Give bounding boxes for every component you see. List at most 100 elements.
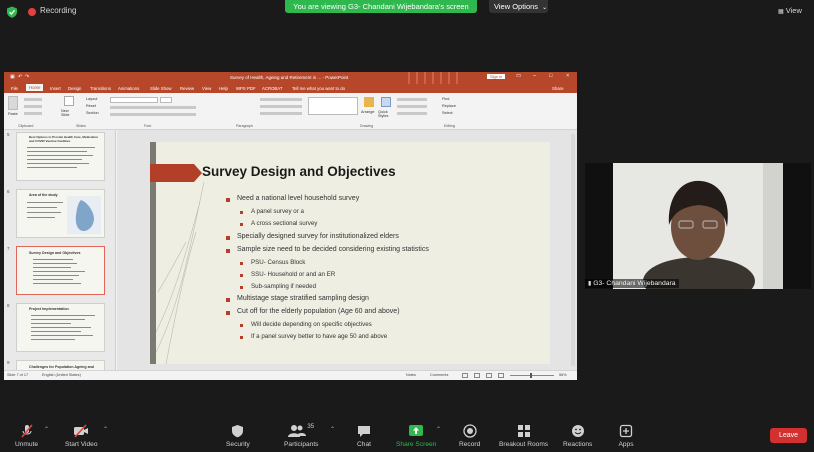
close-icon[interactable]: ×	[566, 73, 569, 79]
view-label: View	[785, 6, 802, 15]
bullet-marker	[226, 198, 230, 202]
slide-thumbnail[interactable]: Project Implementation	[16, 303, 105, 352]
slide-sorter-icon[interactable]	[474, 373, 480, 378]
speaker-name: G3- Chandani Wijebandara	[593, 280, 676, 287]
tell-me-search[interactable]: Tell me what you want to do	[292, 86, 345, 91]
security-button[interactable]: Security	[226, 424, 250, 448]
new-slide-label: New Slide	[61, 109, 70, 117]
share-options-chevron-icon[interactable]: ⌃	[436, 426, 441, 433]
normal-view-icon[interactable]	[462, 373, 468, 378]
layout-button[interactable]: Layout	[86, 97, 97, 101]
participants-button[interactable]: 35 Participants	[284, 424, 318, 448]
participants-chevron-icon[interactable]: ⌃	[330, 426, 335, 433]
redo-icon[interactable]: ↷	[25, 74, 29, 80]
current-slide[interactable]: Survey Design and Objectives Need a nati…	[150, 142, 550, 364]
tab-design[interactable]: Design	[68, 86, 81, 91]
bullet-text: PSU- Census Block	[251, 259, 306, 266]
tab-help[interactable]: Help	[219, 86, 228, 91]
start-video-button[interactable]: Start Video	[65, 424, 98, 448]
powerpoint-title-bar: ▣ ↶ ↷ Survey of Health, Ageing and Retir…	[4, 72, 577, 93]
tab-view[interactable]: View	[202, 86, 211, 91]
reactions-button[interactable]: Reactions	[563, 424, 592, 448]
tab-insert[interactable]: Insert	[50, 86, 61, 91]
quick-styles-icon[interactable]	[381, 97, 391, 107]
view-options-button[interactable]: View Options ⌄	[489, 0, 548, 13]
language-status[interactable]: English (United States)	[42, 373, 81, 377]
apps-button[interactable]: Apps	[617, 424, 635, 448]
record-button[interactable]: Record	[459, 424, 480, 448]
sri-lanka-map-icon	[75, 200, 94, 231]
share-screen-button[interactable]: Share Screen	[396, 424, 436, 448]
tab-review[interactable]: Review	[180, 86, 194, 91]
paste-icon[interactable]	[8, 96, 18, 110]
thumb-number: 6	[7, 189, 10, 194]
tab-transitions[interactable]: Transitions	[90, 86, 111, 91]
minimize-icon[interactable]: –	[533, 73, 536, 79]
video-options-chevron-icon[interactable]: ⌃	[103, 426, 108, 433]
speaker-video-tile[interactable]: ▮ G3- Chandani Wijebandara	[585, 163, 811, 289]
editor-scrollbar[interactable]	[571, 134, 575, 366]
shield-check-icon[interactable]	[6, 6, 18, 18]
new-slide-icon[interactable]	[64, 96, 74, 106]
zoom-slider-thumb[interactable]	[530, 373, 532, 378]
bullet-marker	[240, 262, 243, 265]
apps-label: Apps	[618, 441, 634, 448]
bullet-text: Cut off for the elderly population (Age …	[237, 308, 400, 315]
bullet-text: Sample size need to be decided consideri…	[237, 246, 429, 253]
replace-button[interactable]: Replace	[442, 104, 456, 108]
slide-thumbnail[interactable]: Best Options to Provide Health Care, Med…	[16, 132, 105, 181]
shapes-gallery[interactable]	[308, 97, 358, 115]
font-name-box[interactable]	[110, 97, 158, 103]
find-button[interactable]: Find	[442, 97, 449, 101]
tab-file[interactable]: File	[11, 86, 18, 91]
arrange-icon[interactable]	[364, 97, 374, 107]
bullet-marker	[226, 249, 230, 253]
chevron-down-icon: ⌄	[542, 5, 548, 11]
bullet-text: If a panel survey better to have age 50 …	[251, 333, 388, 340]
reset-button[interactable]: Reset	[86, 104, 96, 108]
tab-animations[interactable]: Animations	[118, 86, 139, 91]
font-size-box[interactable]	[160, 97, 172, 103]
tab-acrobat[interactable]: ACROBAT	[262, 86, 282, 91]
reading-view-icon[interactable]	[486, 373, 492, 378]
comments-button[interactable]: Comments	[430, 373, 448, 377]
view-options-label: View Options	[494, 2, 539, 11]
audio-options-chevron-icon[interactable]: ⌃	[44, 426, 49, 433]
notes-button[interactable]: Notes	[406, 373, 416, 377]
group-font: Font	[144, 124, 152, 128]
share-button[interactable]: Share	[552, 86, 563, 91]
tab-slide-show[interactable]: Slide Show	[150, 86, 172, 91]
undo-icon[interactable]: ↶	[18, 74, 22, 80]
zoom-level[interactable]: 56%	[559, 373, 567, 377]
video-off-icon	[72, 424, 90, 438]
maximize-icon[interactable]: □	[549, 73, 552, 79]
slideshow-icon[interactable]	[498, 373, 504, 378]
sign-in-button[interactable]: Sign in	[487, 74, 506, 79]
bullet-text: SSU- Household or and an ER	[251, 271, 336, 278]
unmute-button[interactable]: Unmute	[15, 424, 38, 448]
leave-button[interactable]: Leave	[770, 428, 807, 443]
ribbon-display-icon[interactable]: ▭	[516, 73, 521, 79]
zoom-slider[interactable]	[510, 375, 554, 376]
chat-label: Chat	[357, 441, 371, 448]
record-icon	[461, 424, 479, 438]
tab-wps-pdf[interactable]: WPS PDF	[236, 86, 256, 91]
slide-thumbnail-selected[interactable]: Survey Design and Objectives	[16, 246, 105, 295]
chat-button[interactable]: Chat	[355, 424, 373, 448]
view-button[interactable]: ▦ View	[778, 6, 802, 15]
bullet-marker	[240, 274, 243, 277]
breakout-rooms-button[interactable]: Breakout Rooms	[499, 424, 548, 448]
save-icon[interactable]: ▣	[10, 74, 15, 80]
tab-home[interactable]: Home	[26, 84, 44, 91]
select-button[interactable]: Select	[442, 111, 453, 115]
thumb-title: Best Options to Provide Health Care, Med…	[29, 135, 99, 143]
slide-thumbnail[interactable]: Challenges for Population Ageing and	[16, 360, 105, 370]
bullet-text: Will decide depending on specific object…	[251, 321, 372, 328]
bullet-text: A cross sectional survey	[251, 220, 318, 227]
recording-dot-icon	[28, 8, 36, 16]
section-button[interactable]: Section	[86, 111, 99, 115]
bullet-marker	[226, 311, 230, 315]
slide-thumbnail[interactable]: Area of the study	[16, 189, 105, 238]
slide-thumbnails-pane[interactable]: 5 Best Options to Provide Health Care, M…	[4, 130, 116, 370]
start-video-label: Start Video	[65, 441, 98, 448]
